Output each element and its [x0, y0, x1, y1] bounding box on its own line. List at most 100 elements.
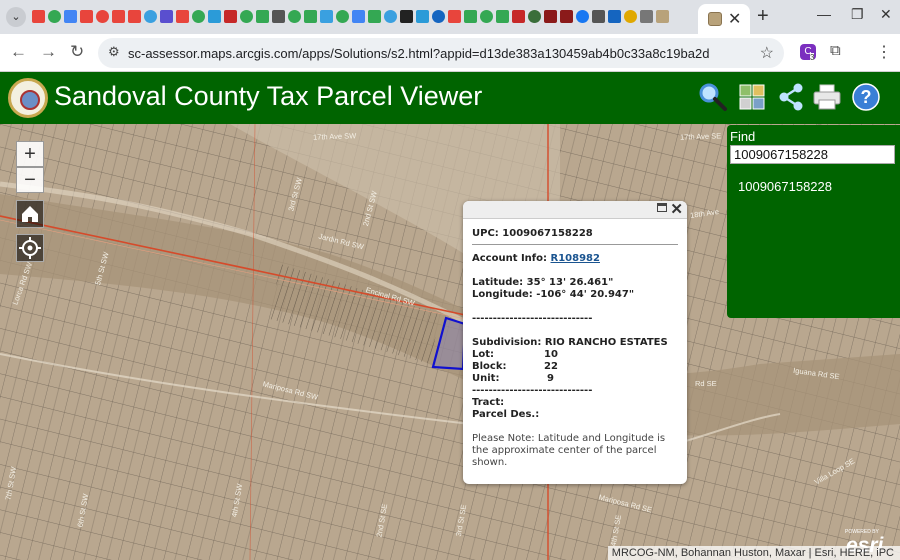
tab-close-icon[interactable]: ✕: [728, 9, 741, 29]
browser-menu-icon[interactable]: ⋮: [876, 42, 892, 62]
tab-favicon-icon: [708, 12, 722, 26]
pinned-tab-icon[interactable]: [335, 10, 349, 23]
county-seal-icon: [8, 78, 48, 118]
pinned-tab-icon[interactable]: [415, 10, 429, 23]
pinned-tab-icon[interactable]: [591, 10, 605, 23]
street-label: 17th Ave SW: [312, 131, 357, 142]
pinned-tab-icon[interactable]: [287, 10, 301, 23]
pinned-tab-icon[interactable]: [303, 10, 317, 23]
popup-close-icon[interactable]: ✕: [670, 201, 683, 218]
popup-body: UPC: 1009067158228 Account Info: R108982…: [463, 219, 687, 469]
find-input[interactable]: [730, 145, 895, 164]
pinned-tab-icon[interactable]: [79, 10, 93, 23]
help-icon[interactable]: ?: [851, 82, 881, 112]
pinned-tab-icon[interactable]: [607, 10, 621, 23]
app-header: Sandoval County Tax Parcel Viewer ?: [0, 72, 900, 124]
forward-icon[interactable]: →: [40, 42, 57, 62]
url-text[interactable]: sc-assessor.maps.arcgis.com/apps/Solutio…: [128, 46, 709, 61]
pinned-tab-icon[interactable]: [511, 10, 525, 23]
find-result-item[interactable]: 1009067158228: [738, 179, 832, 194]
popup-divider: [472, 244, 678, 245]
pinned-tab-icon[interactable]: [543, 10, 557, 23]
lot-line: Lot: 10: [472, 349, 678, 361]
find-panel: Find 1009067158228: [727, 125, 900, 318]
window-close-icon[interactable]: ✕: [880, 6, 892, 23]
home-button[interactable]: [16, 200, 44, 228]
pinned-tab-icon[interactable]: [495, 10, 509, 23]
pinned-tab-icon[interactable]: [527, 10, 541, 23]
block-value: 22: [544, 361, 558, 372]
browser-toolbar: ← → ↻ ⚙ sc-assessor.maps.arcgis.com/apps…: [0, 34, 900, 72]
pinned-tab-icon[interactable]: [175, 10, 189, 23]
pinned-tab-icon[interactable]: [191, 10, 205, 23]
search-icon[interactable]: [698, 82, 728, 112]
street-label: 17th Ave SE: [679, 131, 722, 142]
zoom-out-button[interactable]: −: [16, 167, 44, 193]
dashed-divider: -----------------------------: [472, 385, 593, 396]
pinned-tab-icon[interactable]: [143, 10, 157, 23]
pinned-tab-icon[interactable]: [575, 10, 589, 23]
subdivision-value: RIO RANCHO ESTATES: [544, 337, 668, 348]
locate-icon: [19, 237, 41, 259]
pinned-tab-icon[interactable]: [623, 10, 637, 23]
pinned-tab-icon[interactable]: [111, 10, 125, 23]
active-tab[interactable]: ✕: [698, 4, 750, 34]
maximize-icon[interactable]: [657, 203, 667, 212]
account-line: Account Info: R108982: [472, 253, 678, 265]
pinned-tab-icon[interactable]: [31, 10, 45, 23]
tab-search-icon[interactable]: ⌄: [6, 7, 26, 27]
page-title: Sandoval County Tax Parcel Viewer: [54, 81, 483, 111]
pinned-tab-icon[interactable]: [383, 10, 397, 23]
pinned-tab-icon[interactable]: [239, 10, 253, 23]
unit-label: Unit:: [472, 373, 500, 384]
latitude-line: Latitude: 35° 13' 26.461": [472, 277, 678, 289]
pinned-tab-icon[interactable]: [223, 10, 237, 23]
minimize-icon[interactable]: —: [817, 6, 831, 22]
upc-label: UPC:: [472, 228, 499, 239]
pinned-tab-icon[interactable]: [431, 10, 445, 23]
pinned-tab-icon[interactable]: [95, 10, 109, 23]
pinned-tab-icon[interactable]: [127, 10, 141, 23]
extension-count: 3: [810, 53, 815, 62]
pinned-tab-icon[interactable]: [207, 10, 221, 23]
map-attribution[interactable]: MRCOG-NM, Bohannan Huston, Maxar | Esri,…: [607, 546, 900, 560]
latitude-value: 35° 13' 26.461": [526, 277, 614, 288]
coordinate-note: Please Note: Latitude and Longitude is t…: [472, 433, 666, 468]
pinned-tab-icon[interactable]: [255, 10, 269, 23]
pinned-tab-icon[interactable]: [271, 10, 285, 23]
pinned-tab-icon[interactable]: [159, 10, 173, 23]
pinned-tab-icon[interactable]: [479, 10, 493, 23]
pinned-tab-icon[interactable]: [319, 10, 333, 23]
account-link[interactable]: R108982: [551, 253, 600, 264]
block-line: Block: 22: [472, 361, 678, 373]
pinned-tab-icon[interactable]: [463, 10, 477, 23]
site-info-icon[interactable]: ⚙: [108, 44, 120, 60]
pinned-tab-icon[interactable]: [63, 10, 77, 23]
svg-text:?: ?: [861, 87, 872, 107]
pinned-tab-icon[interactable]: [367, 10, 381, 23]
extensions-puzzle-icon[interactable]: ⧉: [830, 42, 841, 59]
longitude-label: Longitude:: [472, 289, 533, 300]
lot-value: 10: [544, 349, 558, 360]
restore-icon[interactable]: ❐: [851, 6, 864, 23]
pinned-tab-icon[interactable]: [655, 10, 669, 23]
lot-label: Lot:: [472, 349, 495, 360]
share-icon[interactable]: [776, 82, 806, 112]
basemap-gallery-icon[interactable]: [737, 82, 767, 112]
new-tab-icon[interactable]: +: [757, 5, 769, 28]
zoom-in-button[interactable]: +: [16, 141, 44, 167]
locate-button[interactable]: [16, 234, 44, 262]
pinned-tab-icon[interactable]: [399, 10, 413, 23]
back-icon[interactable]: ←: [10, 42, 27, 62]
print-icon[interactable]: [812, 82, 842, 112]
subdivision-line: Subdivision: RIO RANCHO ESTATES: [472, 337, 678, 349]
pinned-tab-icon[interactable]: [351, 10, 365, 23]
pinned-tab-icon[interactable]: [559, 10, 573, 23]
reload-icon[interactable]: ↻: [70, 42, 84, 62]
pinned-tab-icon[interactable]: [639, 10, 653, 23]
address-bar[interactable]: ⚙ sc-assessor.maps.arcgis.com/apps/Solut…: [98, 38, 784, 68]
pinned-tab-icon[interactable]: [447, 10, 461, 23]
pinned-tab-icon[interactable]: [47, 10, 61, 23]
bookmark-star-icon[interactable]: ☆: [760, 43, 774, 63]
latitude-label: Latitude:: [472, 277, 524, 288]
